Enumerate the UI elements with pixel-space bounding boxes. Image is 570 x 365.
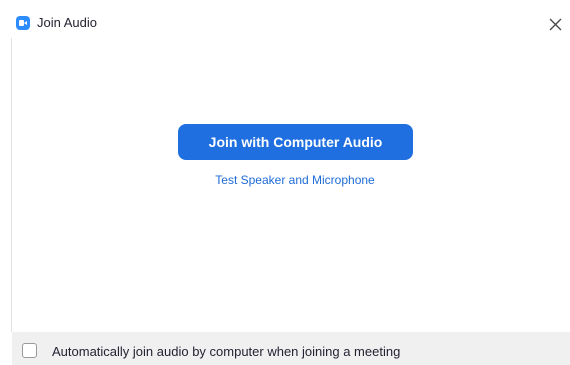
- footer-bar: Automatically join audio by computer whe…: [12, 332, 570, 365]
- test-speaker-microphone-link[interactable]: Test Speaker and Microphone: [0, 173, 570, 187]
- join-audio-dialog: Join Audio Join with Computer Audio Test…: [0, 0, 570, 365]
- auto-join-audio-label: Automatically join audio by computer whe…: [52, 344, 401, 359]
- title-bar: Join Audio: [0, 0, 570, 48]
- auto-join-audio-checkbox[interactable]: [22, 343, 37, 358]
- zoom-camera-icon: [16, 16, 30, 30]
- join-computer-audio-button[interactable]: Join with Computer Audio: [178, 124, 413, 160]
- window-title: Join Audio: [37, 15, 97, 30]
- close-button[interactable]: [542, 12, 568, 36]
- close-icon: [549, 18, 561, 30]
